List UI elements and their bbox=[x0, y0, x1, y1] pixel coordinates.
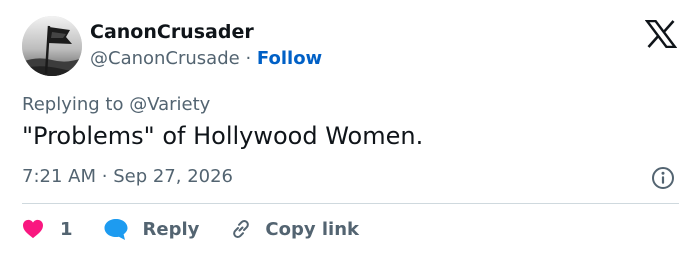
tweet-text: "Problems" of Hollywood Women. bbox=[22, 122, 424, 150]
copy-link-label: Copy link bbox=[265, 218, 359, 240]
author-display-name[interactable]: CanonCrusader bbox=[90, 21, 254, 43]
tweet-time: 7:21 AM bbox=[22, 166, 96, 187]
reply-mention-link[interactable]: @Variety bbox=[129, 94, 210, 115]
info-icon[interactable] bbox=[651, 166, 675, 190]
reply-label: Reply bbox=[142, 218, 200, 240]
handle-separator: · bbox=[245, 48, 252, 69]
heart-icon bbox=[23, 219, 43, 239]
divider bbox=[22, 203, 679, 204]
link-icon bbox=[233, 220, 250, 238]
like-count: 1 bbox=[60, 218, 73, 240]
like-button[interactable]: 1 bbox=[22, 219, 73, 240]
author-handle[interactable]: @CanonCrusade bbox=[90, 48, 240, 69]
avatar[interactable] bbox=[22, 16, 82, 76]
x-logo-icon[interactable] bbox=[644, 19, 678, 49]
copy-link-button[interactable]: Copy link bbox=[229, 217, 359, 241]
timestamp-separator: · bbox=[101, 166, 108, 187]
reply-context: Replying to @Variety bbox=[22, 94, 210, 115]
follow-button[interactable]: Follow bbox=[257, 48, 322, 69]
replying-to-label: Replying to bbox=[22, 94, 130, 115]
author-handle-line: @CanonCrusade · Follow bbox=[90, 48, 322, 69]
action-bar: 1 Reply Copy link bbox=[22, 212, 359, 246]
reply-button[interactable]: Reply bbox=[103, 217, 200, 241]
tweet-timestamp[interactable]: 7:21 AM · Sep 27, 2026 bbox=[22, 166, 233, 187]
speech-bubble-icon bbox=[104, 219, 128, 240]
tweet-date: Sep 27, 2026 bbox=[113, 166, 234, 187]
